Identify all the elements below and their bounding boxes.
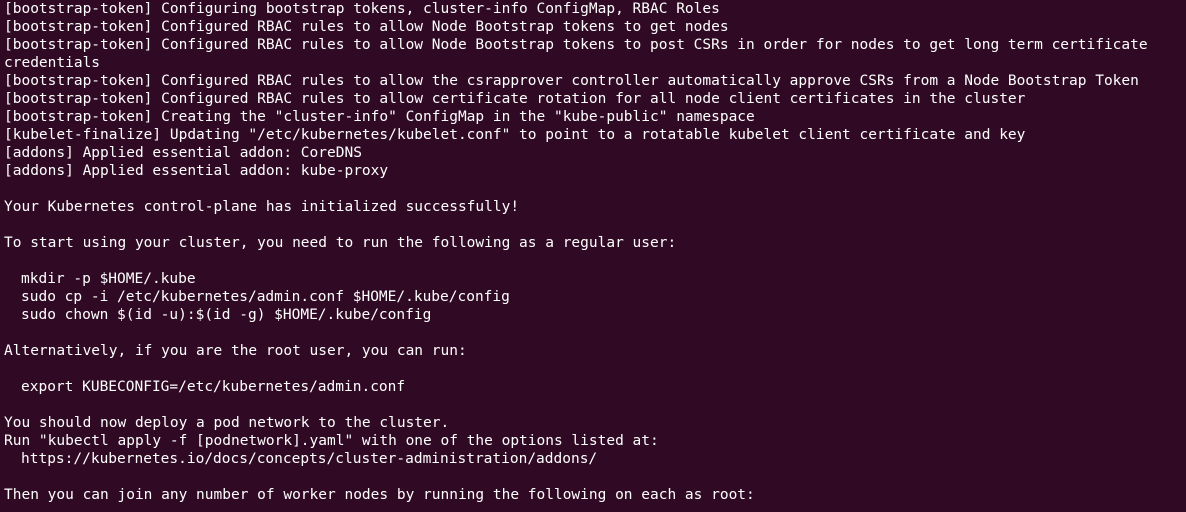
terminal-line: [bootstrap-token] Configured RBAC rules … bbox=[4, 37, 1148, 53]
terminal-line: Run "kubectl apply -f [podnetwork].yaml"… bbox=[4, 433, 659, 449]
terminal-command-line: sudo cp -i /etc/kubernetes/admin.conf $H… bbox=[21, 289, 510, 305]
terminal-line: [kubelet-finalize] Updating "/etc/kubern… bbox=[4, 127, 1026, 143]
terminal-command-line: sudo chown $(id -u):$(id -g) $HOME/.kube… bbox=[21, 307, 432, 323]
terminal-command-line: mkdir -p $HOME/.kube bbox=[21, 271, 196, 287]
terminal-line: [bootstrap-token] Configuring bootstrap … bbox=[4, 1, 720, 17]
terminal-line-success: Your Kubernetes control-plane has initia… bbox=[4, 199, 520, 215]
terminal-line: [addons] Applied essential addon: CoreDN… bbox=[4, 145, 362, 161]
terminal-line: You should now deploy a pod network to t… bbox=[4, 415, 450, 431]
terminal-line: Then you can join any number of worker n… bbox=[4, 487, 755, 503]
terminal-line: Alternatively, if you are the root user,… bbox=[4, 343, 467, 359]
terminal-line: [bootstrap-token] Configured RBAC rules … bbox=[4, 91, 1026, 107]
terminal-line: [addons] Applied essential addon: kube-p… bbox=[4, 163, 389, 179]
terminal-line: [bootstrap-token] Creating the "cluster-… bbox=[4, 109, 755, 125]
terminal-line: [bootstrap-token] Configured RBAC rules … bbox=[4, 19, 729, 35]
terminal-line: credentials bbox=[4, 55, 101, 71]
terminal-line: To start using your cluster, you need to… bbox=[4, 235, 677, 251]
terminal-command-line: export KUBECONFIG=/etc/kubernetes/admin.… bbox=[21, 379, 406, 395]
terminal-line: [bootstrap-token] Configured RBAC rules … bbox=[4, 73, 1139, 89]
terminal-url-line: https://kubernetes.io/docs/concepts/clus… bbox=[21, 451, 598, 467]
terminal-output[interactable]: [bootstrap-token] Configuring bootstrap … bbox=[0, 0, 1186, 512]
